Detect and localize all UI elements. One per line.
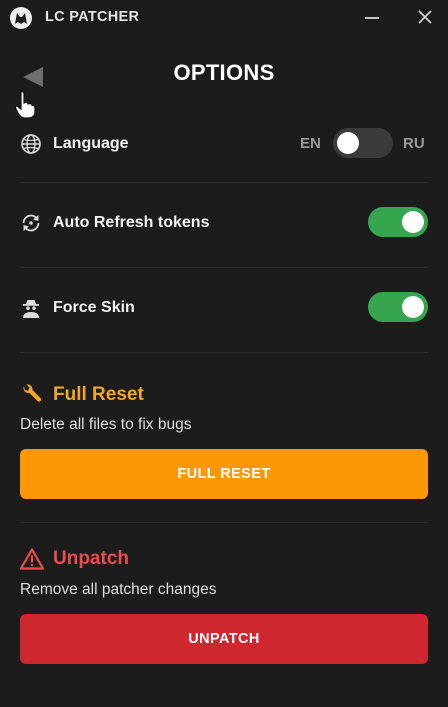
- unpatch-title: Unpatch: [53, 548, 129, 569]
- force-skin-toggle[interactable]: [368, 292, 428, 322]
- minimize-button[interactable]: [358, 4, 386, 30]
- force-skin-option-row: Force Skin: [20, 287, 428, 327]
- hand-pointer-icon: [14, 91, 36, 119]
- spy-icon: [23, 300, 39, 318]
- divider: [20, 522, 428, 523]
- auto-refresh-label: Auto Refresh tokens: [53, 214, 210, 231]
- toggle-knob: [402, 296, 424, 318]
- wolf-logo-icon: [10, 7, 32, 29]
- toggle-knob: [337, 132, 359, 154]
- language-toggle[interactable]: [333, 128, 393, 158]
- app-title: LC PATCHER: [45, 9, 140, 25]
- close-button[interactable]: [411, 4, 439, 30]
- divider: [20, 182, 428, 183]
- warning-icon: [20, 548, 44, 570]
- full-reset-button[interactable]: FULL RESET: [20, 449, 428, 499]
- unpatch-button[interactable]: UNPATCH: [20, 614, 428, 664]
- divider: [20, 352, 428, 353]
- app-window: LC PATCHER OPTIONS Language EN RU Auto R…: [0, 0, 448, 707]
- title-bar[interactable]: LC PATCHER: [0, 0, 448, 34]
- auto-refresh-option-row: Auto Refresh tokens: [20, 202, 428, 242]
- wrench-icon: [23, 384, 42, 402]
- force-skin-label: Force Skin: [53, 299, 135, 316]
- full-reset-description: Delete all files to fix bugs: [20, 416, 192, 433]
- full-reset-title: Full Reset: [53, 384, 144, 405]
- language-ru-label: RU: [403, 135, 425, 152]
- unpatch-description: Remove all patcher changes: [20, 581, 217, 598]
- globe-icon: [21, 134, 41, 154]
- unpatch-heading: Unpatch: [20, 548, 129, 570]
- language-option-row: Language EN RU: [20, 123, 428, 163]
- toggle-knob: [402, 211, 424, 233]
- page-title: OPTIONS: [173, 60, 275, 85]
- minimize-icon: [365, 17, 379, 19]
- language-label: Language: [53, 135, 129, 152]
- auto-refresh-toggle[interactable]: [368, 207, 428, 237]
- full-reset-heading: Full Reset: [20, 383, 144, 407]
- close-icon: [418, 10, 432, 24]
- language-en-label: EN: [300, 135, 321, 152]
- divider: [20, 267, 428, 268]
- refresh-icon: [22, 214, 40, 232]
